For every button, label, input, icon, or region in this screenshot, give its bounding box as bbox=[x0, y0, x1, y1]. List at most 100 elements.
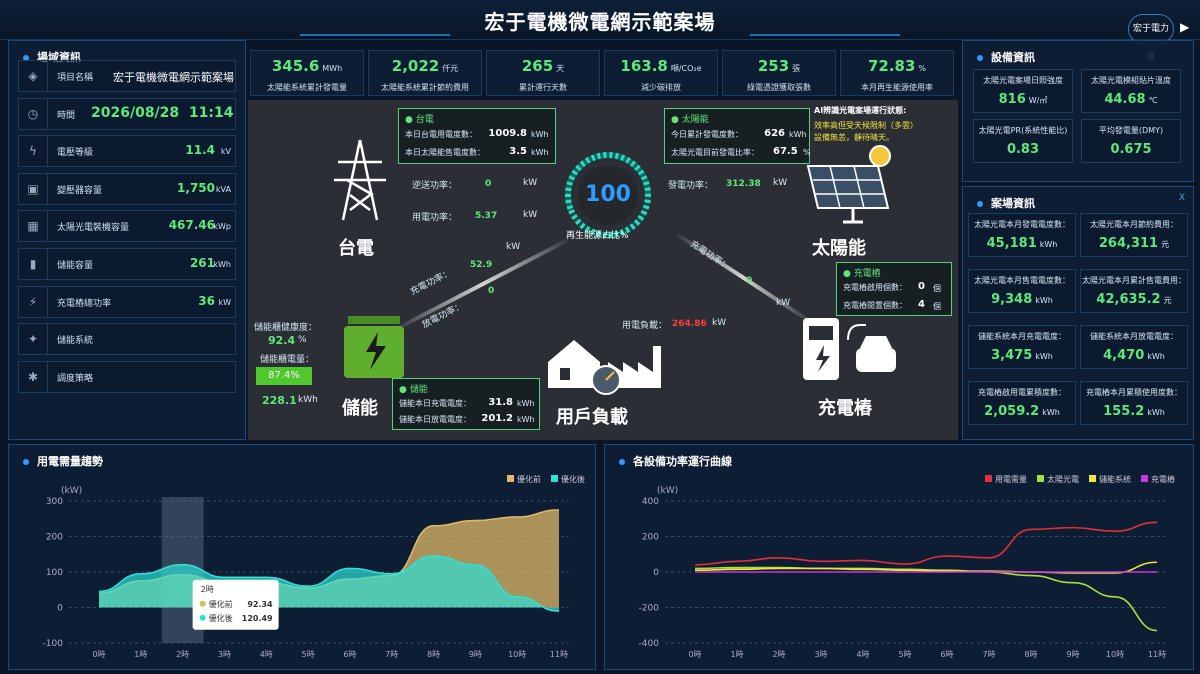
solar-daily-unit: kWh bbox=[789, 130, 807, 139]
kpi-number: 253 bbox=[757, 57, 790, 75]
site-stat-cell: 儲能系統本月放電電度： 4,470 kWh bbox=[1080, 325, 1188, 369]
legend-label: 太陽光電 bbox=[1047, 474, 1079, 484]
equipment-label: 太陽光電模組貼片溫度 bbox=[1091, 76, 1171, 85]
solar-ratio-value: 67.5 bbox=[773, 146, 798, 157]
clock-icon: ◷ bbox=[27, 106, 39, 121]
close-icon[interactable]: X bbox=[1179, 193, 1185, 203]
site-info-row[interactable]: ✦ 儲能系統 bbox=[18, 323, 236, 356]
legend-label: 優化前 bbox=[517, 474, 541, 484]
site-info-row[interactable]: ◷ 時間 2026/08/28 11:14 bbox=[18, 97, 236, 130]
row-divider bbox=[47, 361, 48, 392]
site-info-row[interactable]: ✱ 調度策略 bbox=[18, 360, 236, 393]
site-stat-unit: kWh bbox=[1035, 352, 1053, 361]
tooltip-series-value: 120.49 bbox=[242, 614, 273, 623]
kpi-label: 累計運行天數 bbox=[519, 83, 567, 92]
storage-soc-label: 儲能櫃電量： bbox=[260, 355, 315, 365]
y-tick-label: 0 bbox=[57, 604, 63, 614]
legend-swatch bbox=[507, 475, 514, 482]
kpi-unit: 噸/CO₂e bbox=[670, 64, 702, 73]
tooltip-series-name: 優化後 bbox=[209, 613, 233, 623]
demand-trend-chart[interactable]: (kW) -100 0 100 200 300 0時 1時 2時 3時 4時 5時 6時 7時 8時 9時 10… bbox=[9, 445, 597, 671]
site-info-value: 467.46 bbox=[168, 218, 215, 233]
charger-info-box: ● 充電樁 充電樁啟用個數： 0 個 充電樁閒置個數： 4 個 bbox=[836, 262, 952, 316]
storage-discharge-day-value: 201.2 bbox=[481, 413, 513, 424]
site-info-label: 充電樁總功率 bbox=[57, 298, 112, 309]
kpi-value: 72.83% bbox=[841, 57, 953, 75]
import-power-unit: kW bbox=[523, 210, 538, 220]
tooltip-dot bbox=[199, 614, 206, 621]
site-info-label: 電壓等級 bbox=[57, 148, 94, 159]
site-stat-label: 太陽光電本月節約費用： bbox=[1090, 220, 1178, 229]
legend-swatch bbox=[985, 475, 992, 482]
site-info-row[interactable]: ⚡ 充電樁總功率 36 kW bbox=[18, 285, 236, 318]
x-tick-label: 0時 bbox=[92, 650, 105, 659]
site-info-row[interactable]: ϟ 電壓等級 11.4 kV bbox=[18, 135, 236, 168]
kpi-label: 太陽能系統累計發電量 bbox=[267, 83, 347, 92]
device-power-chart[interactable]: (kW) -400 -200 0 200 400 0時 1時 2時 3時 4時 5時 6時 7時 8時 9時 1… bbox=[605, 445, 1195, 671]
charger-idle-value: 4 bbox=[918, 299, 925, 310]
site-info-label: 項目名稱 bbox=[57, 73, 94, 83]
play-icon[interactable]: ▶ bbox=[1180, 20, 1189, 34]
site-stat-value: 264,311 元 bbox=[1081, 236, 1187, 251]
load-power-unit: kW bbox=[712, 318, 727, 328]
site-info-row[interactable]: ▣ 變壓器容量 1,750 kVA bbox=[18, 172, 236, 205]
x-tick-label: 2時 bbox=[772, 650, 785, 659]
site-info-unit: kWp bbox=[213, 222, 231, 232]
y-tick-label: 200 bbox=[642, 533, 659, 543]
x-tick-label: 2時 bbox=[176, 650, 189, 659]
equipment-label: 太陽光電PR(系統性能比) bbox=[978, 126, 1068, 135]
site-info-label: 時間 bbox=[57, 110, 76, 121]
kpi-value: 2,022 仟元 bbox=[369, 57, 481, 75]
charger-power-value: 0 bbox=[746, 276, 753, 286]
kpi-label: 減少碳排放 bbox=[641, 83, 681, 92]
equipment-number: 816 bbox=[998, 92, 1026, 107]
grid-import-value: 1009.8 bbox=[488, 128, 527, 139]
site-stat-label: 儲能系統本月放電電度： bbox=[1090, 332, 1178, 341]
x-tick-label: 8時 bbox=[427, 650, 440, 659]
solar-ratio-unit: % bbox=[803, 148, 811, 157]
storage-charge-value: 52.9 bbox=[470, 260, 493, 270]
x-tick-label: 5時 bbox=[302, 650, 315, 659]
site-stat-label: 儲能系統本月充電電度： bbox=[978, 332, 1066, 341]
site-stat-label: 充電樁本月累積使用度數： bbox=[1086, 388, 1182, 397]
site-info-label: 調度策略 bbox=[57, 373, 94, 384]
storage-charge-day-value: 31.8 bbox=[488, 397, 513, 408]
kpi-unit: % bbox=[918, 64, 927, 73]
grid-import-unit: kWh bbox=[531, 130, 549, 139]
grid-label: 台電 bbox=[338, 238, 374, 259]
import-power-label: 用電功率： bbox=[412, 213, 458, 223]
site-info-row[interactable]: ▦ 太陽光電裝機容量 467.46 kWp bbox=[18, 210, 236, 243]
x-tick-label: 1時 bbox=[134, 650, 147, 659]
storage-system-icon: ✦ bbox=[27, 332, 39, 347]
charger-idle-label: 充電樁閒置個數： bbox=[843, 301, 907, 310]
transmission-tower-icon bbox=[334, 139, 386, 221]
x-tick-label: 3時 bbox=[814, 650, 827, 659]
site-stat-label: 充電樁啟用電累積度數： bbox=[978, 388, 1066, 397]
site-stat-number: 45,181 bbox=[986, 236, 1037, 251]
x-tick-label: 7時 bbox=[982, 650, 995, 659]
equipment-value: 816 W/㎡ bbox=[974, 92, 1072, 107]
site-info-row[interactable]: ◈ 項目名稱 宏于電機微電網示範案場 bbox=[18, 60, 236, 92]
solar-label: 太陽能 bbox=[812, 238, 866, 259]
kpi-number: 163.8 bbox=[620, 57, 668, 75]
battery-icon bbox=[344, 316, 404, 378]
equipment-unit: ℃ bbox=[1148, 96, 1158, 105]
x-tick-label: 5時 bbox=[898, 650, 911, 659]
x-tick-label: 9時 bbox=[469, 650, 482, 659]
tooltip-series-name: 優化前 bbox=[209, 599, 233, 609]
solar-ratio-label: 太陽光電目前發電比率： bbox=[671, 148, 759, 157]
site-info-row[interactable]: ▮ 儲能容量 261 kWh bbox=[18, 248, 236, 280]
kpi-unit: MWh bbox=[322, 64, 343, 73]
legend-label: 優化後 bbox=[561, 474, 585, 484]
site-stats-title: 案場資訊 bbox=[977, 195, 1035, 211]
row-divider bbox=[47, 61, 48, 91]
solar-info-box: ● 太陽能 今日累計發電度數： 626 kWh 太陽光電目前發電比率： 67.5… bbox=[664, 108, 811, 164]
kpi-number: 2,022 bbox=[391, 57, 440, 75]
series-line-用電需量 bbox=[694, 521, 1158, 566]
row-divider bbox=[47, 98, 48, 129]
storage-charge-day-label: 儲能本日充電電度： bbox=[399, 399, 471, 408]
site-stat-number: 155.2 bbox=[1103, 404, 1145, 419]
y-tick-label: 0 bbox=[653, 568, 659, 578]
equipment-unit: W/㎡ bbox=[1028, 96, 1048, 105]
ai-status-title: AI辨識光電案場運行狀態: bbox=[814, 106, 907, 115]
